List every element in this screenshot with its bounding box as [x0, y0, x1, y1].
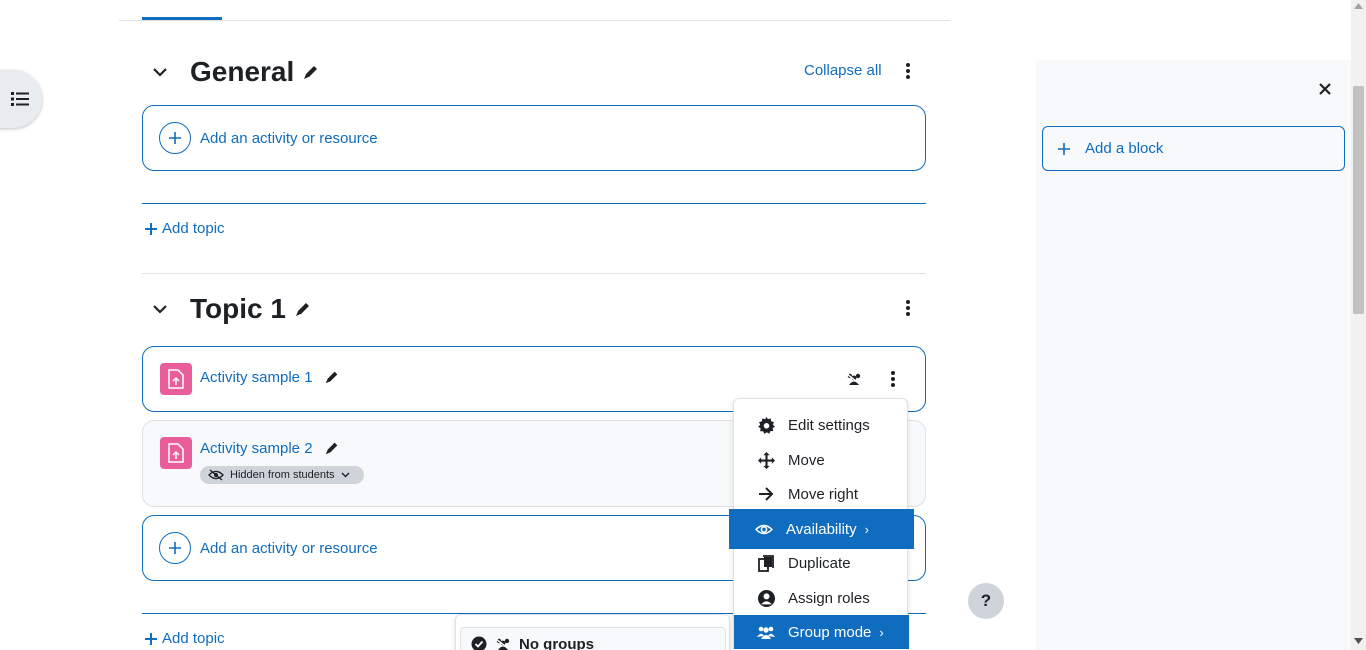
menu-item-label: Group mode [788, 623, 872, 641]
pencil-icon[interactable] [294, 300, 312, 318]
activity-action-menu-button[interactable] [885, 369, 901, 389]
add-activity-general[interactable]: Add an activity or resource [142, 105, 926, 171]
activity-link[interactable]: Activity sample 2 [200, 440, 313, 457]
scroll-down-arrow[interactable] [1354, 638, 1363, 644]
plus-circle-icon [159, 122, 191, 154]
divider [142, 203, 926, 204]
menu-item-label: Move [788, 451, 825, 469]
menu-item-availability[interactable]: Availability › [729, 509, 914, 549]
close-icon[interactable] [1316, 80, 1334, 98]
menu-item-label: Duplicate [788, 554, 851, 572]
menu-item-duplicate[interactable]: Duplicate [734, 546, 909, 580]
activity-link[interactable]: Activity sample 1 [200, 369, 313, 386]
group-slash-icon [495, 638, 511, 650]
menu-item-edit-settings[interactable]: Edit settings [734, 408, 909, 442]
kebab-icon [906, 300, 910, 316]
course-index-toggle[interactable] [0, 70, 42, 128]
menu-item-label: Move right [788, 485, 859, 503]
eye-slash-icon [208, 469, 224, 481]
section-title-topic1: Topic 1 [190, 293, 286, 324]
scroll-up-arrow[interactable] [1354, 3, 1363, 9]
add-block-button[interactable]: Add a block [1042, 126, 1345, 171]
kebab-icon [891, 371, 895, 387]
chevron-down-icon[interactable] [152, 64, 168, 80]
move-icon [757, 451, 775, 469]
plus-icon [1058, 142, 1070, 155]
list-icon [11, 92, 29, 106]
pencil-icon[interactable] [324, 440, 340, 456]
add-topic-label: Add topic [162, 220, 225, 237]
badge-label: Hidden from students [230, 469, 335, 481]
menu-item-move-right[interactable]: Move right [734, 477, 909, 511]
group-mode-icon[interactable] [846, 372, 862, 386]
visibility-badge[interactable]: Hidden from students [200, 466, 364, 484]
general-section-menu[interactable] [900, 61, 916, 81]
active-tab-indicator [142, 17, 222, 20]
activity-action-menu: Edit settings Move Move right Availabili… [729, 398, 914, 650]
pencil-icon[interactable] [302, 63, 320, 81]
submenu-item-no-groups[interactable]: No groups [460, 627, 726, 650]
topic1-section-menu[interactable] [900, 298, 916, 318]
arrow-right-icon [759, 487, 774, 501]
help-button[interactable]: ? [968, 583, 1004, 619]
plus-icon [145, 632, 157, 645]
eye-icon [755, 524, 773, 534]
assignment-icon [160, 437, 192, 469]
add-activity-label: Add an activity or resource [200, 129, 378, 147]
add-topic-button[interactable]: Add topic [144, 630, 225, 647]
group-icon [757, 626, 775, 639]
kebab-icon [906, 63, 910, 79]
check-circle-icon [471, 636, 487, 650]
user-circle-icon [757, 589, 775, 607]
add-block-label: Add a block [1085, 140, 1164, 157]
gear-icon [757, 416, 775, 434]
plus-icon [145, 222, 157, 235]
collapse-all-link[interactable]: Collapse all [804, 62, 882, 79]
section-title-general: General [190, 56, 295, 87]
menu-item-label: Edit settings [788, 416, 870, 434]
topic1-section-header: Topic 1 [152, 293, 312, 325]
chevron-down-icon [341, 472, 350, 478]
chevron-right-icon: › [864, 521, 869, 537]
plus-circle-icon [159, 532, 191, 564]
general-section-header: General [152, 56, 320, 88]
menu-item-group-mode[interactable]: Group mode › [734, 615, 909, 649]
menu-item-label: Assign roles [788, 589, 870, 607]
assignment-icon [160, 363, 192, 395]
tab-underline [119, 20, 950, 21]
submenu-item-label: No groups [519, 635, 594, 650]
add-topic-button[interactable]: Add topic [144, 220, 225, 237]
add-activity-label: Add an activity or resource [200, 539, 378, 557]
menu-item-move[interactable]: Move [734, 443, 909, 477]
menu-item-assign-roles[interactable]: Assign roles [734, 581, 909, 615]
menu-item-label: Availability [786, 520, 857, 538]
group-mode-submenu: No groups [455, 614, 730, 650]
scrollbar-thumb[interactable] [1353, 86, 1364, 314]
chevron-down-icon[interactable] [152, 301, 168, 317]
pencil-icon[interactable] [324, 369, 340, 385]
chevron-right-icon: › [879, 624, 884, 640]
copy-icon [758, 554, 774, 572]
divider [142, 273, 926, 274]
add-topic-label: Add topic [162, 630, 225, 647]
